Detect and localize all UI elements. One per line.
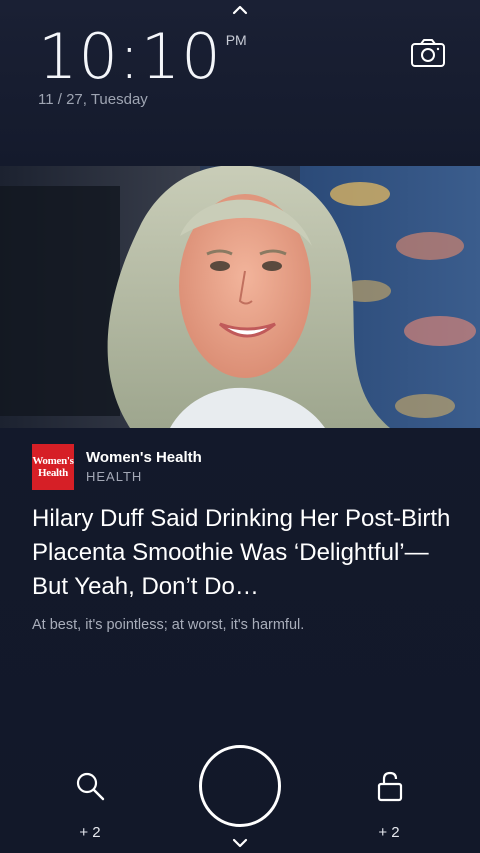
clock-date: 11 / 27, Tuesday [38, 91, 148, 108]
clock: 10:10 PM [38, 24, 247, 90]
article-image[interactable] [0, 166, 480, 428]
source-category: HEALTH [86, 469, 143, 484]
clock-time: 10:10 [38, 20, 222, 93]
logo-line-1: Women's [32, 455, 74, 467]
unlock-ring-button[interactable] [199, 745, 281, 827]
source-name: Women's Health [86, 449, 202, 466]
camera-icon[interactable] [410, 37, 446, 69]
source-logo: Women's Health [32, 444, 74, 490]
chevron-up-icon[interactable] [229, 3, 251, 17]
search-count: + 2 [79, 824, 101, 841]
logo-line-2: Health [38, 467, 68, 479]
article-source[interactable]: Women's Health Women's Health HEALTH [32, 444, 202, 490]
chevron-down-icon[interactable] [229, 836, 251, 850]
lock-count: + 2 [378, 824, 400, 841]
lock-screen: 10:10 PM 11 / 27, Tuesday Women's Health… [0, 0, 480, 853]
lock-icon[interactable] [374, 770, 406, 802]
article-summary: At best, it's pointless; at worst, it's … [32, 617, 305, 633]
article-headline[interactable]: Hilary Duff Said Drinking Her Post-Birth… [32, 502, 452, 604]
clock-ampm: PM [225, 32, 247, 48]
search-icon[interactable] [74, 770, 106, 802]
